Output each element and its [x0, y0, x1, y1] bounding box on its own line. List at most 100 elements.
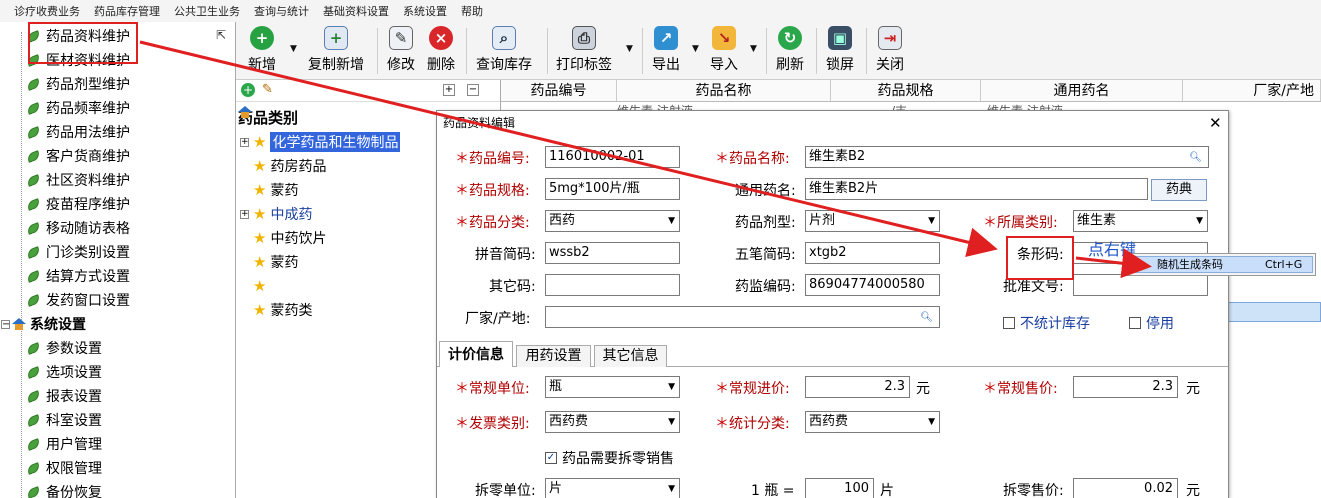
- menu-basic-settings[interactable]: 基础资料设置: [323, 3, 389, 19]
- nav-item-backup[interactable]: 备份恢复: [25, 481, 102, 498]
- category-root[interactable]: 药品类别: [238, 106, 298, 128]
- nav-item-permissions[interactable]: 权限管理: [25, 457, 102, 479]
- menu-drug-stock[interactable]: 药品库存管理: [94, 3, 160, 19]
- nav-item-dosage-form[interactable]: 药品剂型维护: [25, 73, 130, 95]
- refresh-button[interactable]: ↻ 刷新: [776, 26, 804, 74]
- copy-add-button[interactable]: + 复制新增: [308, 26, 364, 74]
- other-code-input[interactable]: [545, 274, 680, 296]
- pharmacopeia-button[interactable]: 药典: [1151, 179, 1207, 201]
- close-button[interactable]: ⇥ 关闭: [876, 26, 904, 74]
- nav-item-community[interactable]: 社区资料维护: [25, 169, 130, 191]
- nav-item-usage[interactable]: 药品用法维护: [25, 121, 130, 143]
- split-sale-checkbox[interactable]: ✓ 药品需要拆零销售: [545, 448, 674, 468]
- nav-item-params[interactable]: 参数设置: [25, 337, 102, 359]
- star-icon: ★: [253, 301, 267, 319]
- regulatory-code-input[interactable]: 86904774000580: [805, 274, 940, 296]
- export-dropdown-icon[interactable]: ▼: [692, 44, 699, 54]
- menu-query-stats[interactable]: 查询与统计: [254, 3, 309, 19]
- expand-toggle-icon[interactable]: +: [240, 210, 249, 219]
- category-item-herbal[interactable]: ★ 中药饮片: [253, 227, 326, 249]
- disabled-checkbox[interactable]: 停用: [1129, 313, 1174, 333]
- generate-barcode-menu-item[interactable]: 随机生成条码 Ctrl+G: [1128, 256, 1313, 273]
- collapse-toggle-icon[interactable]: −: [1, 320, 10, 330]
- unit-select[interactable]: 瓶 ▼: [545, 376, 680, 398]
- nav-item-followup[interactable]: 移动随访表格: [25, 217, 130, 239]
- nav-item-options[interactable]: 选项设置: [25, 361, 102, 383]
- category-item-mongolian-class[interactable]: ★ 蒙药类: [253, 299, 312, 321]
- import-button[interactable]: ↘ 导入: [710, 26, 738, 74]
- print-dropdown-icon[interactable]: ▼: [626, 44, 633, 54]
- tab-usage[interactable]: 用药设置: [516, 345, 591, 367]
- collapse-panel-icon[interactable]: ⇱: [216, 28, 226, 42]
- add-button[interactable]: + 新增: [248, 26, 276, 74]
- star-icon: ★: [253, 181, 267, 199]
- add-dropdown-icon[interactable]: ▼: [290, 44, 297, 54]
- nav-item-customer[interactable]: 客户货商维护: [25, 145, 130, 167]
- query-stock-button[interactable]: ⌕ 查询库存: [476, 26, 532, 74]
- leaf-icon: [25, 245, 42, 259]
- category-item-mongolian[interactable]: ★ 蒙药: [253, 179, 298, 201]
- nav-item-dispensing[interactable]: 发药窗口设置: [25, 289, 130, 311]
- highlight-box-barcode: [1006, 236, 1074, 280]
- wubi-code-input[interactable]: xtgb2: [805, 242, 940, 264]
- purchase-price-input[interactable]: 2.3: [805, 376, 910, 398]
- category-item-pharmacy[interactable]: ★ 药房药品: [253, 155, 326, 177]
- sale-price-input[interactable]: 2.3: [1073, 376, 1178, 398]
- expand-toggle-icon[interactable]: +: [240, 138, 249, 147]
- split-price-input[interactable]: 0.02: [1073, 478, 1178, 498]
- collapse-all-icon[interactable]: −: [467, 84, 479, 96]
- col-drug-code[interactable]: 药品编号: [501, 80, 617, 101]
- nav-item-reports[interactable]: 报表设置: [25, 385, 102, 407]
- invoice-type-select[interactable]: 西药费 ▼: [545, 411, 680, 433]
- category-item-patent[interactable]: ★ 中成药: [253, 203, 312, 225]
- tab-pricing[interactable]: 计价信息: [439, 341, 513, 367]
- nav-item-frequency[interactable]: 药品频率维护: [25, 97, 130, 119]
- leaf-icon: [25, 125, 42, 139]
- selected-row[interactable]: [1228, 302, 1321, 322]
- col-drug-spec[interactable]: 药品规格: [831, 80, 981, 101]
- manufacturer-input[interactable]: 🔍︎: [545, 306, 940, 328]
- export-button[interactable]: ↗ 导出: [652, 26, 680, 74]
- category-item-chemical[interactable]: ★ 化学药品和生物制品: [253, 131, 401, 153]
- menu-clinic[interactable]: 诊疗收费业务: [14, 3, 80, 19]
- drug-spec-input[interactable]: 5mg*100片/瓶: [545, 178, 680, 200]
- category-select[interactable]: 维生素 ▼: [1073, 210, 1208, 232]
- search-icon[interactable]: 🔍︎: [920, 308, 933, 327]
- no-stock-checkbox[interactable]: 不统计库存: [1003, 313, 1090, 333]
- print-label-button[interactable]: ⎙ 打印标签: [556, 26, 612, 74]
- add-category-icon[interactable]: +: [241, 83, 255, 97]
- split-unit-select[interactable]: 片 ▼: [545, 478, 680, 498]
- dosage-form-select[interactable]: 片剂 ▼: [805, 210, 940, 232]
- nav-item-vaccine[interactable]: 疫苗程序维护: [25, 193, 130, 215]
- drug-class-select[interactable]: 西药 ▼: [545, 210, 680, 232]
- lock-screen-button[interactable]: ▣ 锁屏: [826, 26, 854, 74]
- generic-name-input[interactable]: 维生素B2片: [805, 178, 1148, 200]
- close-icon[interactable]: ✕: [1209, 114, 1222, 132]
- drug-code-input[interactable]: 116010002-01: [545, 146, 680, 168]
- stat-class-select[interactable]: 西药费 ▼: [805, 411, 940, 433]
- col-manufacturer[interactable]: 厂家/产地: [1183, 80, 1321, 101]
- col-drug-name[interactable]: 药品名称: [617, 80, 831, 101]
- col-generic-name[interactable]: 通用药名: [981, 80, 1183, 101]
- category-item-mongolian-2[interactable]: ★ 蒙药: [253, 251, 298, 273]
- nav-section-system[interactable]: 系统设置: [12, 313, 86, 335]
- import-dropdown-icon[interactable]: ▼: [750, 44, 757, 54]
- nav-item-departments[interactable]: 科室设置: [25, 409, 102, 431]
- menu-help[interactable]: 帮助: [461, 3, 483, 19]
- menu-public-health[interactable]: 公共卫生业务: [174, 3, 240, 19]
- tab-other[interactable]: 其它信息: [594, 345, 667, 367]
- search-icon[interactable]: 🔍︎: [1189, 148, 1202, 167]
- ratio-input[interactable]: 100: [805, 478, 874, 498]
- edit-category-icon[interactable]: ✎: [262, 82, 273, 97]
- delete-button[interactable]: × 删除: [427, 26, 455, 74]
- nav-item-users[interactable]: 用户管理: [25, 433, 102, 455]
- expand-all-icon[interactable]: +: [443, 84, 455, 96]
- approval-number-input[interactable]: [1073, 274, 1208, 296]
- nav-item-settlement[interactable]: 结算方式设置: [25, 265, 130, 287]
- nav-item-clinic-type[interactable]: 门诊类别设置: [25, 241, 130, 263]
- menu-system-settings[interactable]: 系统设置: [403, 3, 447, 19]
- drug-name-input[interactable]: 维生素B2 🔍︎: [805, 146, 1209, 168]
- category-item-blank[interactable]: ★: [253, 275, 270, 297]
- pinyin-code-input[interactable]: wssb2: [545, 242, 680, 264]
- edit-button[interactable]: ✎ 修改: [387, 26, 415, 74]
